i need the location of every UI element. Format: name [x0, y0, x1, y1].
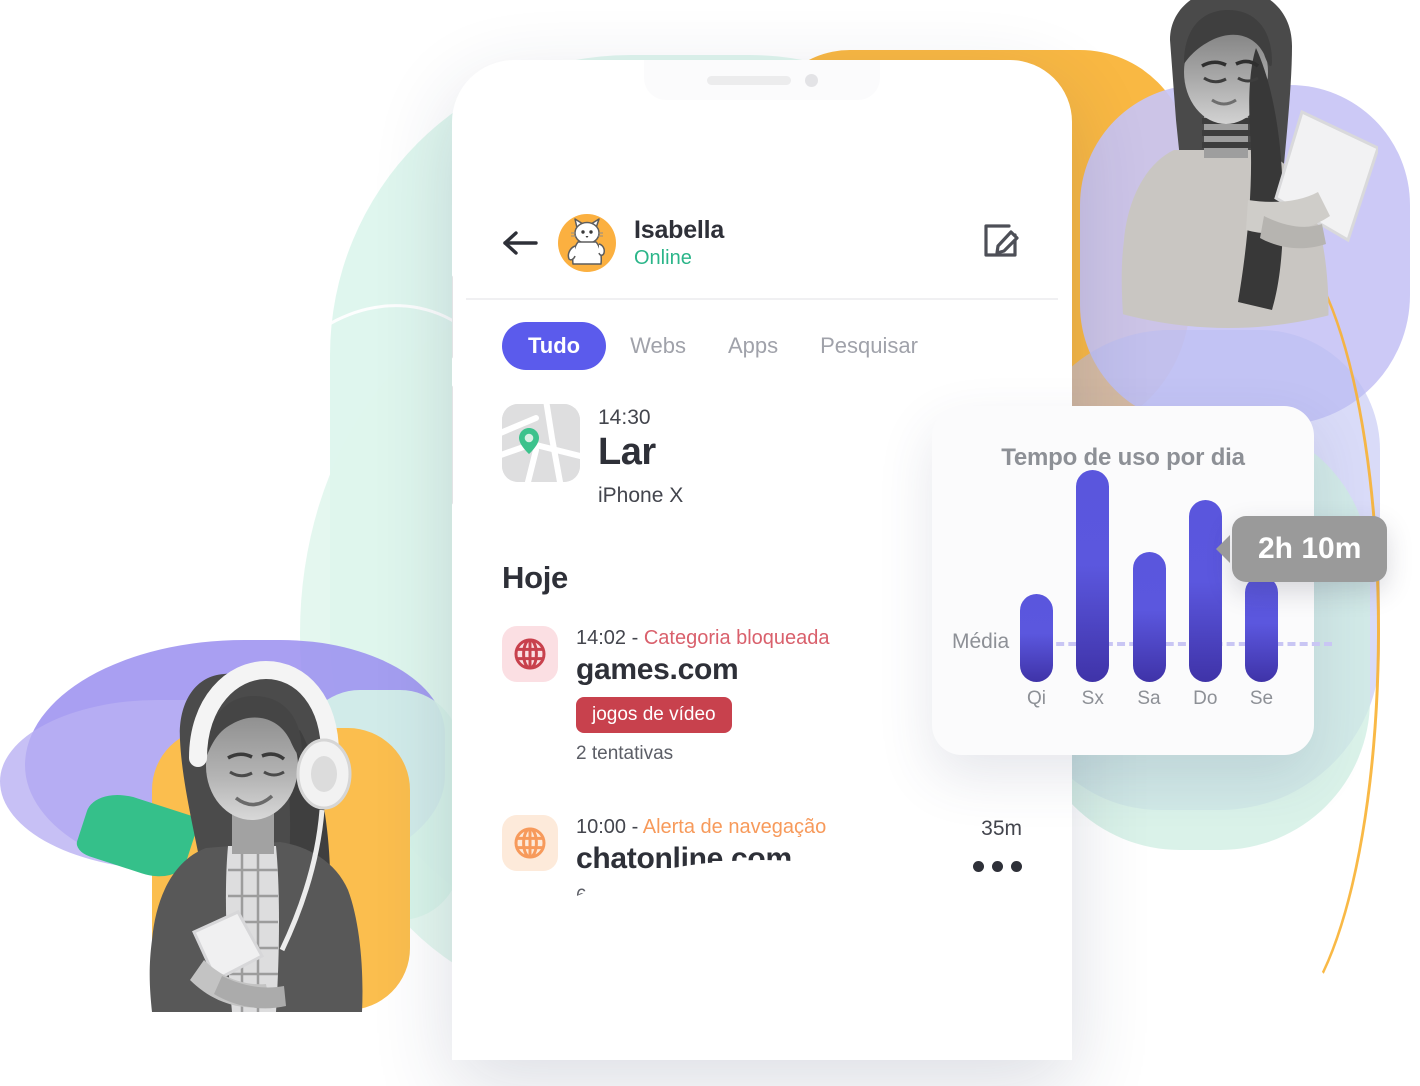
globe-icon — [502, 814, 558, 871]
phone-front-camera — [804, 73, 818, 87]
bar-sa[interactable] — [1132, 552, 1166, 682]
activity-time: 14:02 — [576, 626, 627, 649]
contact-status: Online — [634, 247, 692, 270]
activity-time: 10:00 — [576, 815, 627, 838]
phone-volume-up-button[interactable] — [452, 275, 453, 359]
chart-title: Tempo de uso por dia — [1001, 444, 1245, 471]
tab-apps[interactable]: Apps — [710, 322, 796, 370]
average-label: Média — [952, 630, 1010, 653]
x-label-se: Se — [1249, 688, 1274, 709]
bar-qi[interactable] — [1020, 594, 1053, 682]
bar-do[interactable] — [1188, 500, 1222, 682]
activity-status-label: Categoria bloqueada — [643, 626, 830, 649]
activity-visits: 6 visitas - ver detalhes — [576, 886, 955, 908]
location-device: iPhone X — [598, 483, 684, 507]
activity-meta: 10:00 - Alerta de navegação — [576, 815, 955, 839]
bar-column-se[interactable] — [1245, 576, 1278, 682]
bar-column-qi[interactable] — [1020, 594, 1053, 682]
activity-body: 10:00 - Alerta de navegação chatonline.c… — [576, 815, 955, 908]
activity-visits-count: 6 visitas - — [576, 885, 662, 907]
tab-tudo[interactable]: Tudo — [502, 322, 607, 370]
bar-column-sx[interactable] — [1076, 470, 1110, 682]
tab-webs[interactable]: Webs — [612, 322, 704, 370]
activity-right-group: 35m — [973, 815, 1022, 908]
back-arrow-icon[interactable] — [502, 228, 540, 258]
contact-name: Isabella — [634, 216, 725, 245]
phone-volume-down-button[interactable] — [452, 385, 453, 505]
phone-speaker — [706, 75, 791, 85]
activity-separator: - — [626, 815, 643, 838]
globe-icon — [502, 625, 558, 682]
header-text-group: Isabella Online — [634, 216, 960, 269]
chart-tooltip: 2h 10m — [1232, 516, 1388, 582]
more-dots-icon[interactable] — [973, 860, 1022, 872]
tab-pesquisar[interactable]: Pesquisar — [802, 322, 936, 370]
x-label-sa: Sa — [1137, 688, 1161, 709]
bar-sx[interactable] — [1076, 470, 1110, 682]
bar-column-sa[interactable] — [1132, 552, 1166, 682]
activity-site-name: chatonline.com — [576, 841, 792, 875]
chart-plot-area: Média Qi Sx Sa Do Se — [932, 470, 1332, 724]
location-title: Lar — [598, 431, 656, 473]
edit-pencil-icon[interactable] — [978, 219, 1022, 268]
woman-with-tablet-photo — [1078, 0, 1378, 356]
activity-duration: 35m — [981, 816, 1022, 840]
location-info: 14:30 Lar iPhone X — [598, 404, 683, 508]
tab-bar: Tudo Webs Apps Pesquisar — [466, 300, 1058, 380]
avatar[interactable] — [558, 214, 616, 272]
location-time: 14:30 — [598, 406, 651, 429]
phone-notch — [644, 60, 880, 100]
map-thumbnail — [502, 404, 580, 482]
chart-x-axis-labels: Qi Sx Sa Do Se — [1020, 688, 1278, 710]
activity-status-label: Alerta de navegação — [642, 815, 827, 838]
screenshot-stage: Isabella Online Tudo Webs Apps Pesquisar — [0, 0, 1420, 1086]
girl-with-headphones-photo — [86, 640, 406, 1012]
x-label-qi: Qi — [1027, 688, 1046, 709]
x-label-sx: Sx — [1081, 688, 1104, 709]
x-label-do: Do — [1193, 688, 1218, 709]
category-chip: jogos de vídeo — [576, 696, 732, 733]
activity-row-chatonline[interactable]: 10:00 - Alerta de navegação chatonline.c… — [466, 765, 1058, 908]
bar-se[interactable] — [1245, 576, 1278, 682]
activity-separator: - — [626, 626, 644, 649]
app-header: Isabella Online — [466, 74, 1058, 298]
bar-column-do[interactable] — [1188, 500, 1222, 682]
view-details-link[interactable]: ver detalhes — [662, 886, 766, 907]
